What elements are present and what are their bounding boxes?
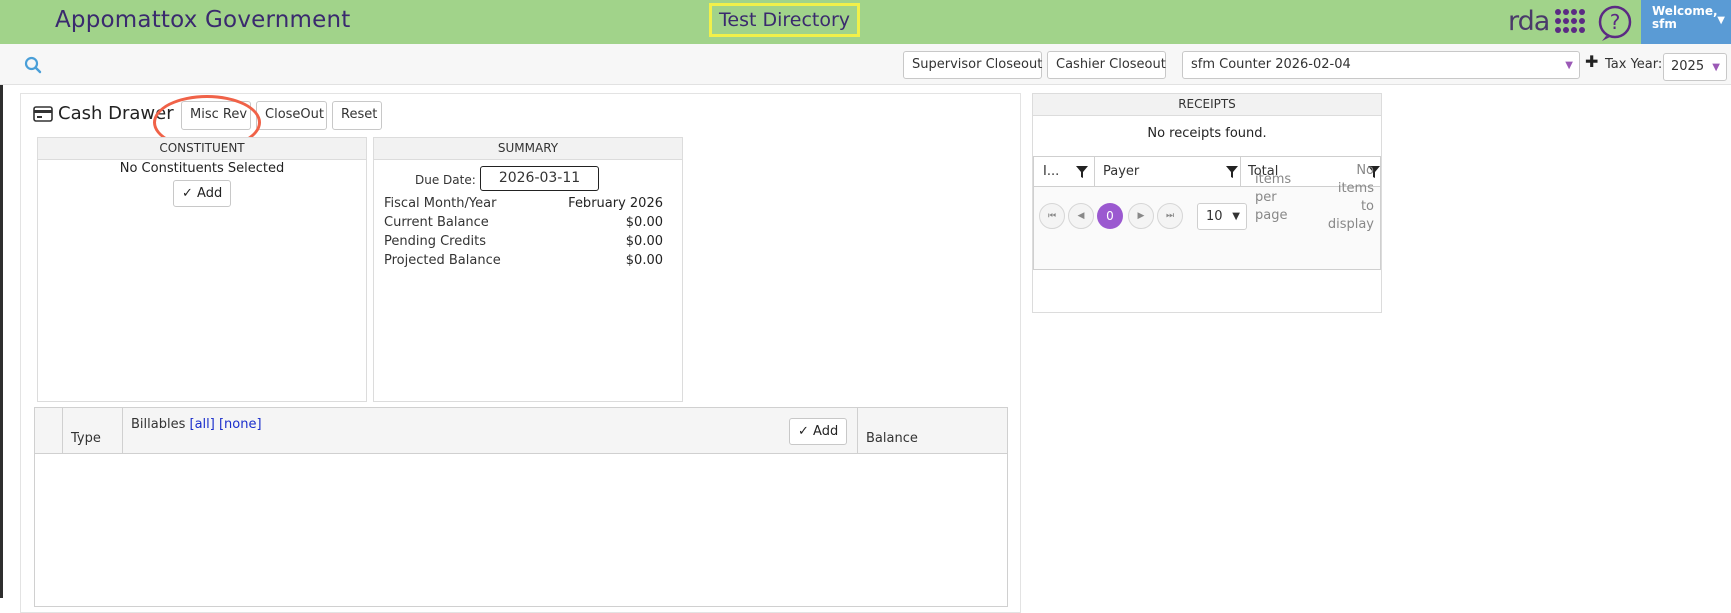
chevron-down-icon: ▼ xyxy=(1717,15,1725,26)
help-icon[interactable]: ? xyxy=(1596,4,1634,42)
column-divider xyxy=(62,408,63,454)
supervisor-closeout-button[interactable]: Supervisor Closeout xyxy=(903,51,1042,79)
closeout-button[interactable]: CloseOut xyxy=(256,101,327,130)
environment-label: Test Directory xyxy=(709,3,861,37)
tax-year-label: Tax Year: xyxy=(1605,57,1663,72)
check-icon: ✓ xyxy=(182,186,193,201)
top-bar: Appomattox Government Test Directory rda… xyxy=(0,0,1731,44)
plus-icon[interactable]: ✚ xyxy=(1585,52,1598,71)
window-edge xyxy=(0,44,3,598)
check-icon: ✓ xyxy=(798,424,809,439)
reset-button[interactable]: Reset xyxy=(332,101,382,130)
summary-row-value: $0.00 xyxy=(625,215,663,230)
add-billable-button[interactable]: ✓ Add xyxy=(789,418,848,445)
select-none-link[interactable]: [none] xyxy=(219,417,262,432)
first-page-icon[interactable]: ⏮ xyxy=(1039,203,1065,229)
chevron-down-icon: ▼ xyxy=(1232,211,1240,222)
per-page-word: per xyxy=(1255,190,1277,205)
no-items-word: No xyxy=(1356,163,1374,178)
no-constituents-text: No Constituents Selected xyxy=(119,161,285,176)
receipts-header: RECEIPTS xyxy=(1033,94,1381,116)
filter-icon[interactable] xyxy=(1076,166,1088,178)
previous-page-icon[interactable]: ◀ xyxy=(1068,203,1094,229)
per-page-word: items xyxy=(1255,172,1292,187)
chevron-down-icon: ▼ xyxy=(1565,60,1573,71)
billables-label: Billables xyxy=(131,417,186,432)
column-divider xyxy=(1240,157,1241,187)
no-items-word: to xyxy=(1360,199,1374,214)
summary-row-label: Current Balance xyxy=(384,215,489,230)
payer-column-header[interactable]: Payer xyxy=(1103,164,1139,179)
add-billable-label: Add xyxy=(813,424,839,439)
constituent-header: CONSTITUENT xyxy=(38,138,366,160)
constituent-panel: CONSTITUENT xyxy=(37,137,367,402)
credit-card-icon xyxy=(33,106,53,122)
counter-select[interactable]: sfm Counter 2026-02-04 ▼ xyxy=(1182,51,1580,79)
logo-dots-icon xyxy=(1555,9,1585,33)
receipts-panel: RECEIPTS No receipts found. I... Payer T… xyxy=(1032,93,1382,313)
filter-icon[interactable] xyxy=(1226,166,1238,178)
page-size-value: 10 xyxy=(1206,209,1223,224)
billables-grid: Type Billables [all] [none] ✓ Add Balanc… xyxy=(34,407,1008,607)
chevron-down-icon: ▼ xyxy=(1712,62,1720,73)
counter-select-value: sfm Counter 2026-02-04 xyxy=(1191,57,1351,72)
user-menu[interactable]: Welcome, sfm ▼ xyxy=(1641,0,1731,44)
cashier-closeout-button[interactable]: Cashier Closeout xyxy=(1047,51,1166,79)
summary-row-label: Projected Balance xyxy=(384,253,501,268)
due-date-label: Due Date: xyxy=(415,173,476,187)
items-per-page-label: items per page xyxy=(1255,171,1291,225)
tax-year-select[interactable]: 2025 ▼ xyxy=(1663,53,1727,81)
column-divider xyxy=(857,408,858,454)
company-logo[interactable]: rda ? xyxy=(1508,4,1638,42)
id-column-header[interactable]: I... xyxy=(1043,164,1059,179)
no-items-word: display xyxy=(1327,217,1374,232)
summary-row-value: $0.00 xyxy=(625,234,663,249)
tax-year-value: 2025 xyxy=(1671,59,1705,74)
due-date-input[interactable]: 2026-03-11 xyxy=(480,166,599,191)
column-divider xyxy=(122,408,123,454)
app-title[interactable]: Appomattox Government xyxy=(55,7,350,33)
summary-row-value: February 2026 xyxy=(568,196,663,211)
no-items-label: No items to display xyxy=(1314,162,1374,234)
logo-text: rda xyxy=(1508,6,1550,37)
no-items-word: items xyxy=(1337,181,1374,196)
next-page-icon[interactable]: ▶ xyxy=(1128,203,1154,229)
billables-column-header: Billables [all] [none] xyxy=(131,417,262,432)
balance-column-header[interactable]: Balance xyxy=(866,431,918,446)
add-constituent-label: Add xyxy=(197,186,223,201)
billables-header: Type Billables [all] [none] ✓ Add Balanc… xyxy=(35,408,1007,454)
no-receipts-text: No receipts found. xyxy=(1147,126,1267,141)
summary-row-label: Pending Credits xyxy=(384,234,486,249)
column-divider xyxy=(1094,157,1095,187)
per-page-word: page xyxy=(1255,208,1288,223)
current-page[interactable]: 0 xyxy=(1097,203,1123,229)
type-column-header[interactable]: Type xyxy=(71,431,101,446)
summary-row-value: $0.00 xyxy=(625,253,663,268)
select-all-link[interactable]: [all] xyxy=(190,417,215,432)
receipts-grid: I... Payer Total ⏮ ◀ 0 ▶ ⏭ 10 ▼ items pe… xyxy=(1033,156,1381,270)
search-icon[interactable] xyxy=(24,56,42,74)
svg-text:?: ? xyxy=(1610,10,1621,34)
last-page-icon[interactable]: ⏭ xyxy=(1157,203,1183,229)
add-constituent-button[interactable]: ✓ Add xyxy=(173,180,232,207)
page-size-select[interactable]: 10 ▼ xyxy=(1197,203,1247,230)
summary-header: SUMMARY xyxy=(374,138,682,160)
summary-row-label: Fiscal Month/Year xyxy=(384,196,497,211)
